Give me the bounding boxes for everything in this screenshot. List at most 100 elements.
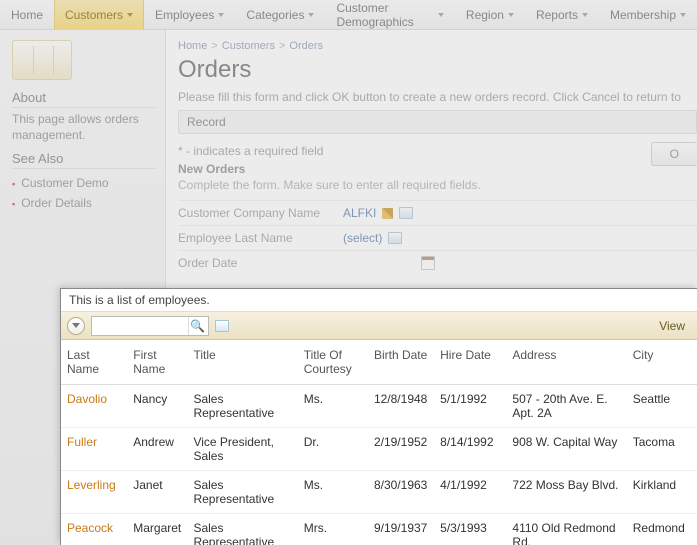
table-cell: Sales Representative xyxy=(187,385,297,428)
table-cell: 2/19/1952 xyxy=(368,428,434,471)
sidebar-card-icon xyxy=(12,40,72,80)
chevron-down-icon xyxy=(308,13,314,17)
new-record-icon[interactable] xyxy=(215,320,229,332)
table-cell: 8/30/1963 xyxy=(368,471,434,514)
nav-item-employees[interactable]: Employees xyxy=(144,0,235,29)
table-row[interactable]: FullerAndrewVice President, SalesDr.2/19… xyxy=(61,428,697,471)
table-cell: Sales Representative xyxy=(187,471,297,514)
grid-header-row: Last NameFirst NameTitleTitle Of Courtes… xyxy=(61,340,697,385)
column-header[interactable]: Last Name xyxy=(61,340,127,385)
breadcrumb: Home>Customers>Orders xyxy=(178,40,697,52)
field-order-date: Order Date xyxy=(178,250,697,275)
table-cell: Tacoma xyxy=(627,428,697,471)
column-header[interactable]: Address xyxy=(506,340,626,385)
form-subtext: Complete the form. Make sure to enter al… xyxy=(178,178,697,192)
column-header[interactable]: Hire Date xyxy=(434,340,506,385)
column-header[interactable]: Title xyxy=(187,340,297,385)
chevron-down-icon xyxy=(438,13,444,17)
breadcrumb-item[interactable]: Customers xyxy=(222,40,275,52)
table-cell: 9/19/1937 xyxy=(368,514,434,545)
employee-grid: Last NameFirst NameTitleTitle Of Courtes… xyxy=(61,340,697,545)
chevron-down-icon xyxy=(680,13,686,17)
breadcrumb-item[interactable]: Home xyxy=(178,40,207,52)
pencil-icon[interactable] xyxy=(382,208,393,219)
table-cell: 4/1/1992 xyxy=(434,471,506,514)
table-cell: Ms. xyxy=(298,385,368,428)
chevron-down-icon xyxy=(218,13,224,17)
table-cell: Fuller xyxy=(61,428,127,471)
table-cell: Mrs. xyxy=(298,514,368,545)
nav-item-region[interactable]: Region xyxy=(455,0,525,29)
search-box: 🔍 xyxy=(91,316,209,336)
table-row[interactable]: DavolioNancySales RepresentativeMs.12/8/… xyxy=(61,385,697,428)
table-row[interactable]: LeverlingJanetSales RepresentativeMs.8/3… xyxy=(61,471,697,514)
employee-value[interactable]: (select) xyxy=(343,231,382,245)
company-label: Customer Company Name xyxy=(178,206,343,220)
table-cell: Vice President, Sales xyxy=(187,428,297,471)
table-cell: Seattle xyxy=(627,385,697,428)
table-cell: Margaret xyxy=(127,514,187,545)
nav-item-reports[interactable]: Reports xyxy=(525,0,599,29)
nav-item-membership[interactable]: Membership xyxy=(599,0,697,29)
table-cell: 4110 Old Redmond Rd. xyxy=(506,514,626,545)
nav-item-customer-demographics[interactable]: Customer Demographics xyxy=(325,0,454,29)
chevron-down-icon xyxy=(127,13,133,17)
table-cell: 5/1/1992 xyxy=(434,385,506,428)
dropdown-toggle-button[interactable] xyxy=(67,317,85,335)
top-nav: HomeCustomersEmployeesCategoriesCustomer… xyxy=(0,0,697,30)
breadcrumb-item: Orders xyxy=(289,40,323,52)
nav-item-home[interactable]: Home xyxy=(0,0,54,29)
table-cell: 507 - 20th Ave. E. Apt. 2A xyxy=(506,385,626,428)
table-cell: 908 W. Capital Way xyxy=(506,428,626,471)
seealso-list: Customer DemoOrder Details xyxy=(12,173,155,213)
table-cell: Dr. xyxy=(298,428,368,471)
record-button-label: Record xyxy=(187,115,226,129)
seealso-heading: See Also xyxy=(12,151,155,169)
table-cell: Davolio xyxy=(61,385,127,428)
record-bar[interactable]: Record xyxy=(178,110,697,134)
table-cell: Sales Representative xyxy=(187,514,297,545)
popup-toolbar: 🔍 View xyxy=(61,312,697,340)
form-heading: New Orders xyxy=(178,162,697,176)
table-cell: 722 Moss Bay Blvd. xyxy=(506,471,626,514)
column-header[interactable]: First Name xyxy=(127,340,187,385)
column-header[interactable]: Birth Date xyxy=(368,340,434,385)
chevron-down-icon xyxy=(582,13,588,17)
table-cell: Redmond xyxy=(627,514,697,545)
column-header[interactable]: Title Of Courtesy xyxy=(298,340,368,385)
lookup-icon[interactable] xyxy=(399,207,413,219)
field-customer-company: Customer Company Name ALFKI xyxy=(178,200,697,225)
field-employee: Employee Last Name (select) xyxy=(178,225,697,250)
table-cell: Nancy xyxy=(127,385,187,428)
view-label[interactable]: View xyxy=(659,319,691,333)
ok-button[interactable]: O xyxy=(651,142,697,166)
search-input[interactable] xyxy=(92,317,188,335)
table-row[interactable]: PeacockMargaretSales RepresentativeMrs.9… xyxy=(61,514,697,545)
lookup-icon[interactable] xyxy=(388,232,402,244)
company-value[interactable]: ALFKI xyxy=(343,206,376,220)
table-cell: Ms. xyxy=(298,471,368,514)
calendar-icon[interactable] xyxy=(421,256,435,270)
nav-item-customers[interactable]: Customers xyxy=(54,0,144,29)
seealso-link[interactable]: Customer Demo xyxy=(12,173,155,193)
employee-label: Employee Last Name xyxy=(178,231,343,245)
table-cell: 12/8/1948 xyxy=(368,385,434,428)
page-title: Orders xyxy=(178,56,697,84)
seealso-link[interactable]: Order Details xyxy=(12,193,155,213)
popup-caption: This is a list of employees. xyxy=(61,289,697,312)
table-cell: 8/14/1992 xyxy=(434,428,506,471)
grid-body: DavolioNancySales RepresentativeMs.12/8/… xyxy=(61,385,697,545)
nav-item-categories[interactable]: Categories xyxy=(235,0,325,29)
about-heading: About xyxy=(12,90,155,108)
table-cell: Andrew xyxy=(127,428,187,471)
column-header[interactable]: City xyxy=(627,340,697,385)
chevron-down-icon xyxy=(508,13,514,17)
orderdate-label: Order Date xyxy=(178,256,343,270)
intro-text: Please fill this form and click OK butto… xyxy=(178,90,697,104)
search-icon[interactable]: 🔍 xyxy=(188,317,206,335)
table-cell: Kirkland xyxy=(627,471,697,514)
table-cell: 5/3/1993 xyxy=(434,514,506,545)
table-cell: Janet xyxy=(127,471,187,514)
employee-lookup-popup: This is a list of employees. 🔍 View Last… xyxy=(60,288,697,545)
table-cell: Peacock xyxy=(61,514,127,545)
